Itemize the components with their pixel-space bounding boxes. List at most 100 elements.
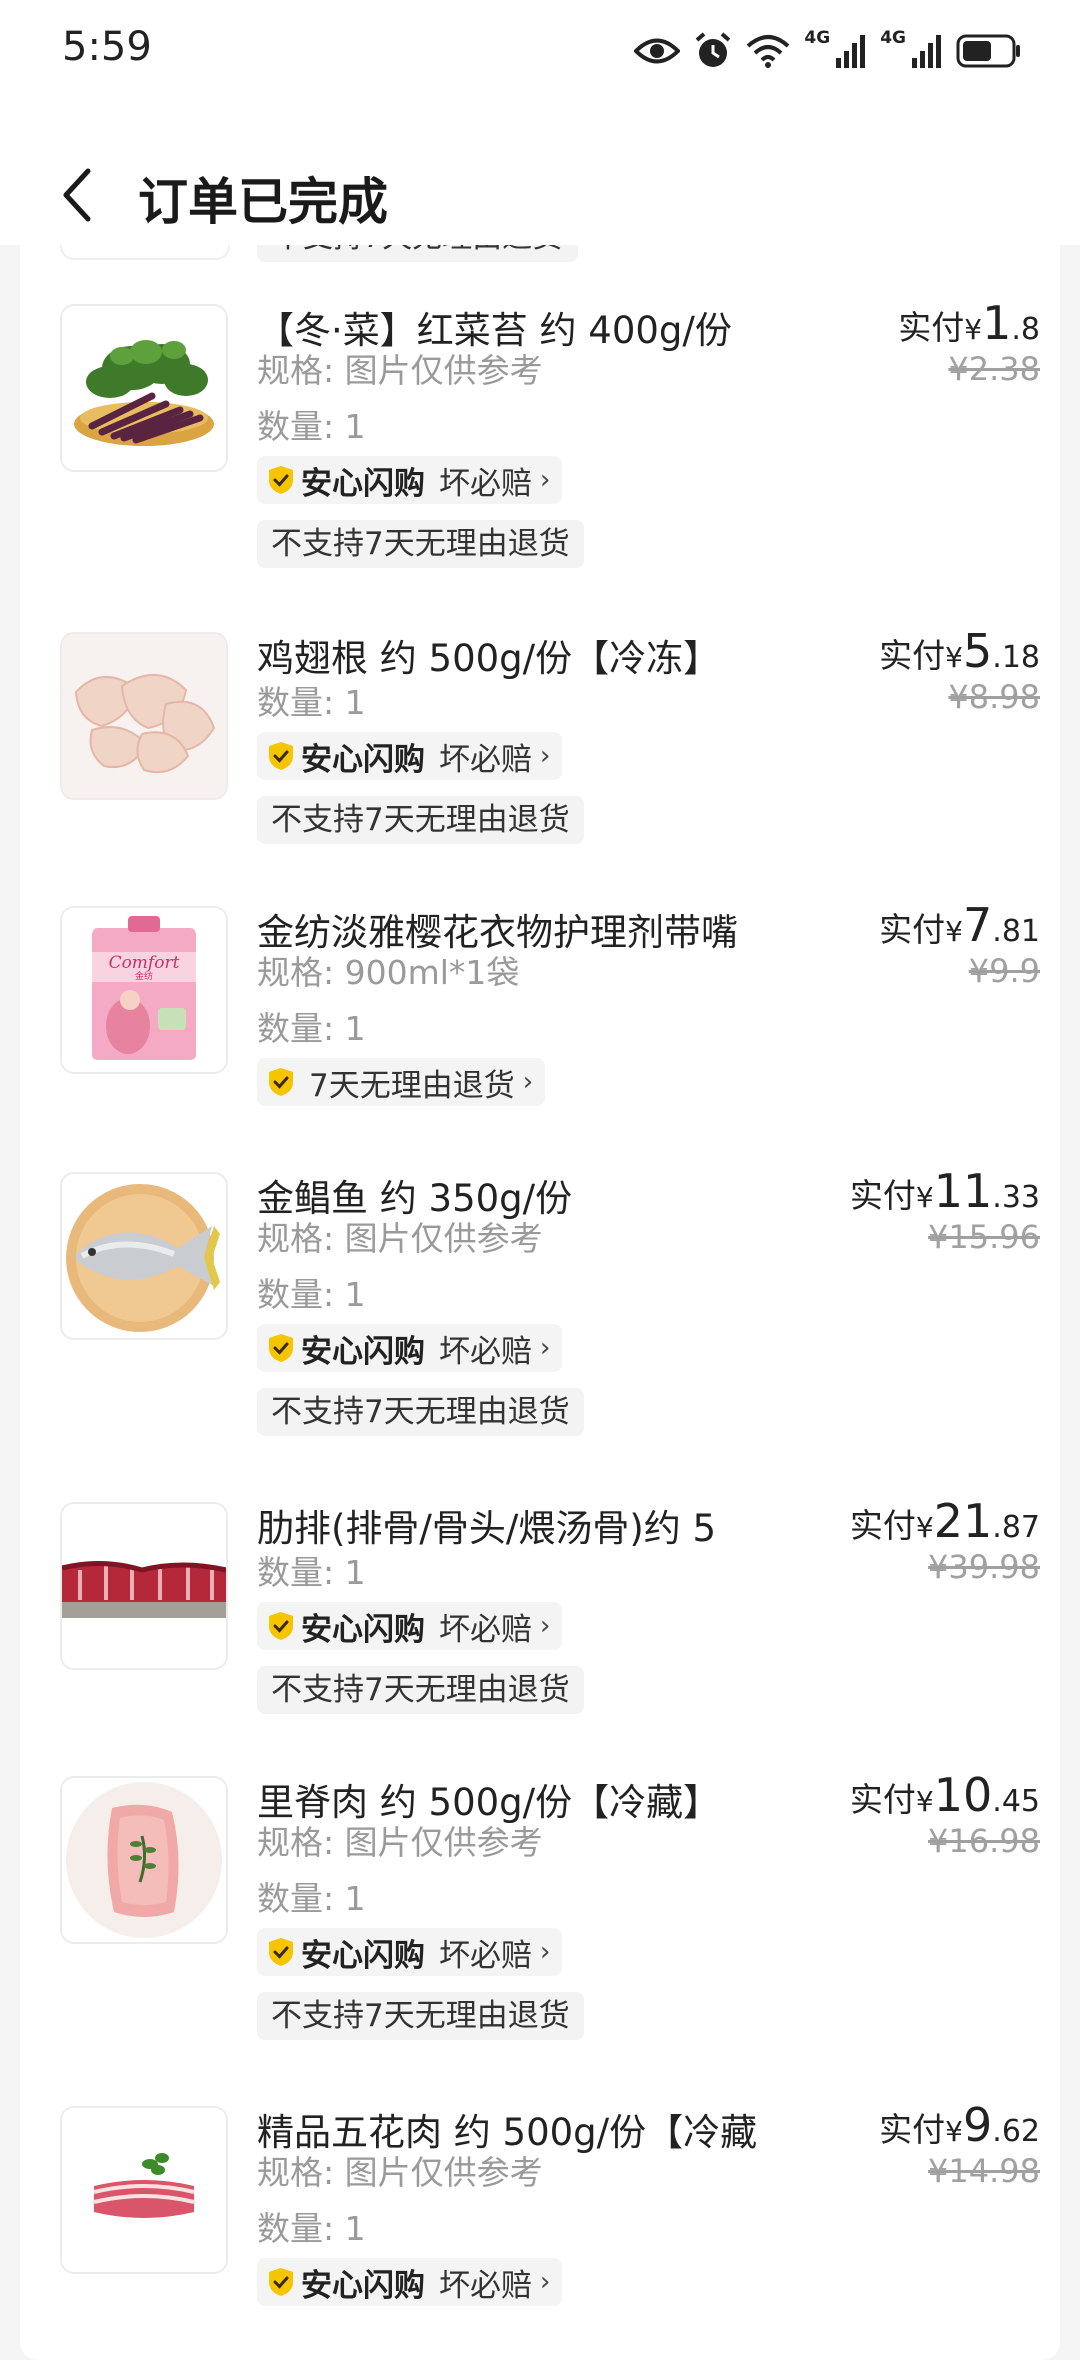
signal-4g-icon	[836, 35, 866, 68]
product-spec: 规格: 图片仅供参考	[257, 2153, 543, 2192]
paid-label: 实付	[849, 1176, 916, 1215]
product-image[interactable]	[60, 1776, 228, 1944]
product-spec: 规格: 图片仅供参考	[257, 1219, 543, 1258]
no-return-tag: 不支持7天无理由退货	[257, 520, 584, 568]
pouch-brand-text: 金纺	[135, 970, 153, 982]
status-bar: 5:59 4G 4G	[0, 0, 1080, 100]
signal-label: 4G	[804, 28, 831, 48]
price-integer: 5	[963, 624, 993, 678]
product-quantity: 数量: 1	[257, 407, 366, 446]
chevron-right-icon: ›	[540, 1333, 551, 1363]
chevron-right-icon: ›	[540, 1937, 551, 1967]
product-spec: 规格: 图片仅供参考	[257, 1823, 543, 1862]
price-integer: 9	[963, 2098, 993, 2152]
signal-label-2: 4G	[880, 28, 906, 48]
currency-symbol: ¥	[945, 641, 963, 674]
price-decimal: .81	[992, 914, 1040, 949]
pork-belly-icon	[62, 2108, 226, 2272]
paid-price: 实付¥7.81	[879, 898, 1040, 952]
guarantee-badge[interactable]: 安心闪购 坏必赔 ›	[257, 456, 563, 504]
paid-label: 实付	[849, 1506, 916, 1545]
guarantee-badge[interactable]: 安心闪购 坏必赔 ›	[257, 732, 563, 780]
price-decimal: .8	[1011, 312, 1040, 347]
product-quantity: 数量: 1	[257, 1009, 366, 1048]
shield-check-icon	[269, 1612, 293, 1640]
product-image[interactable]	[60, 1172, 228, 1340]
paid-label: 实付	[849, 1780, 916, 1819]
battery-icon	[956, 34, 1020, 68]
price-integer: 1	[982, 296, 1012, 350]
return-policy-badge[interactable]: 7天无理由退货 ›	[257, 1058, 546, 1106]
product-quantity: 数量: 1	[257, 1275, 366, 1314]
return-policy-label: 7天无理由退货	[309, 1067, 515, 1104]
guarantee-brand: 安心闪购	[301, 2267, 425, 2304]
original-price: ¥39.98	[928, 1548, 1040, 1586]
product-image[interactable]	[60, 1502, 228, 1670]
guarantee-badge[interactable]: 安心闪购 坏必赔 ›	[257, 1928, 563, 1976]
signal-4g-icon	[912, 35, 941, 68]
price-decimal: .45	[992, 1784, 1040, 1819]
chevron-right-icon: ›	[540, 465, 551, 495]
price-integer: 11	[933, 1164, 993, 1218]
shield-check-icon	[269, 2268, 293, 2296]
product-quantity: 数量: 1	[257, 1879, 366, 1918]
fish-icon	[62, 1174, 226, 1338]
guarantee-promise: 坏必赔	[439, 465, 532, 502]
original-price: ¥16.98	[928, 1822, 1040, 1860]
paid-label: 实付	[879, 910, 946, 949]
no-return-tag: 不支持7天无理由退货	[257, 1388, 584, 1436]
currency-symbol: ¥	[915, 1511, 934, 1544]
paid-price: 实付¥10.45	[850, 1768, 1040, 1822]
price-integer: 21	[933, 1494, 993, 1548]
paid-price: 实付¥11.33	[850, 1164, 1040, 1218]
product-image[interactable]	[60, 304, 228, 472]
paid-label: 实付	[879, 2110, 946, 2149]
guarantee-brand: 安心闪购	[301, 1611, 425, 1648]
order-items-card: 不支持7天无理由退货 【冬·菜】红菜苔 约 400g/份	[20, 200, 1060, 2360]
paid-price: 实付¥9.62	[879, 2098, 1040, 2152]
price-decimal: .18	[992, 640, 1040, 675]
status-time: 5:59	[62, 24, 152, 70]
guarantee-brand: 安心闪购	[301, 465, 425, 502]
guarantee-promise: 坏必赔	[439, 1333, 532, 1370]
guarantee-brand: 安心闪购	[301, 1937, 425, 1974]
status-icons: 4G 4G	[634, 26, 1022, 76]
product-quantity: 数量: 1	[257, 2209, 366, 2248]
price-decimal: .62	[992, 2114, 1040, 2149]
shield-check-icon	[269, 466, 293, 494]
product-name: 肋排(排骨/骨头/煨汤骨)约 5	[257, 1507, 717, 1550]
guarantee-badge[interactable]: 安心闪购 坏必赔 ›	[257, 1324, 563, 1372]
product-image[interactable]: Comfort 金纺	[60, 906, 228, 1074]
product-quantity: 数量: 1	[257, 1553, 366, 1592]
guarantee-badge[interactable]: 安心闪购 坏必赔 ›	[257, 2258, 563, 2306]
product-name: 鸡翅根 约 500g/份【冷冻】	[257, 637, 721, 680]
original-price: ¥8.98	[948, 678, 1040, 716]
vegetable-icon	[62, 306, 226, 470]
guarantee-brand: 安心闪购	[301, 1333, 425, 1370]
original-price: ¥15.96	[928, 1218, 1040, 1256]
currency-symbol: ¥	[945, 2115, 963, 2148]
original-price: ¥9.9	[968, 952, 1040, 990]
guarantee-badge[interactable]: 安心闪购 坏必赔 ›	[257, 1602, 563, 1650]
paid-price: 实付¥1.8	[898, 296, 1040, 350]
currency-symbol: ¥	[945, 915, 963, 948]
price-decimal: .87	[992, 1510, 1040, 1545]
no-return-tag: 不支持7天无理由退货	[257, 1992, 584, 2040]
back-button[interactable]	[52, 160, 102, 230]
original-price: ¥14.98	[928, 2152, 1040, 2190]
alarm-icon	[696, 32, 731, 67]
shield-check-icon	[269, 1938, 293, 1966]
guarantee-promise: 坏必赔	[439, 1937, 532, 1974]
currency-symbol: ¥	[915, 1785, 934, 1818]
chicken-icon	[62, 634, 226, 798]
price-integer: 7	[963, 898, 993, 952]
ribs-icon	[62, 1504, 226, 1668]
product-image[interactable]	[60, 2106, 228, 2274]
chevron-right-icon: ›	[522, 1067, 534, 1097]
product-spec: 规格: 900ml*1袋	[257, 953, 520, 992]
product-quantity: 数量: 1	[257, 683, 366, 722]
product-image[interactable]	[60, 632, 228, 800]
shield-check-icon	[269, 742, 293, 770]
page-title: 订单已完成	[138, 173, 388, 231]
chevron-right-icon: ›	[540, 1611, 551, 1641]
